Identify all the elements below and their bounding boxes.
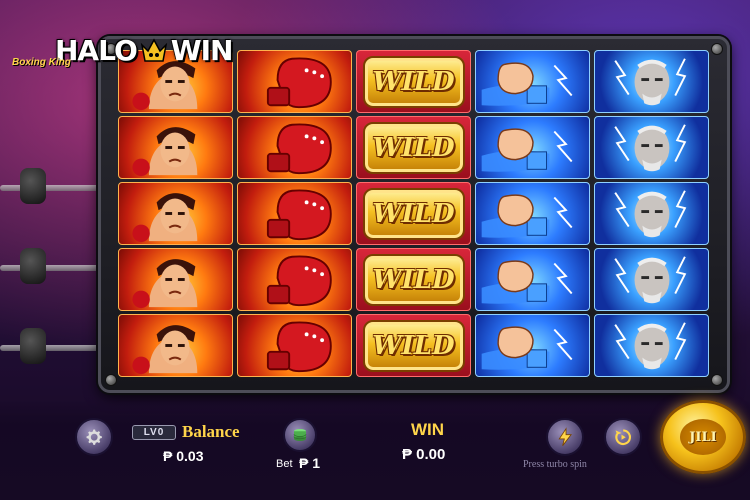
halowin-logo: HALO WIN bbox=[55, 32, 233, 68]
ring-corner-post bbox=[20, 328, 46, 364]
wild-label: WILD bbox=[372, 66, 455, 97]
wild-icon: WILD bbox=[357, 117, 470, 178]
balance-label: Balance bbox=[182, 422, 240, 441]
reel-cell bbox=[594, 248, 709, 311]
red-glove-icon bbox=[238, 315, 351, 376]
reel-cell: WILD bbox=[356, 182, 471, 245]
wild-label: WILD bbox=[372, 330, 455, 361]
reel-cell bbox=[237, 248, 352, 311]
bet-value: ₱ 1 bbox=[299, 455, 321, 471]
wild-icon: WILD bbox=[357, 51, 470, 112]
reel-cell bbox=[475, 248, 590, 311]
reel-cell bbox=[237, 182, 352, 245]
reel-cell bbox=[475, 50, 590, 113]
boxer-blue-icon bbox=[595, 315, 708, 376]
reel-cell: WILD bbox=[356, 50, 471, 113]
spin-label: JILI bbox=[680, 419, 726, 455]
ring-rope bbox=[0, 265, 110, 271]
boxer-blue-icon bbox=[595, 51, 708, 112]
settings-button[interactable] bbox=[75, 418, 113, 456]
boxer-red-icon bbox=[119, 315, 232, 376]
wild-badge: WILD bbox=[362, 187, 465, 240]
red-glove-icon bbox=[238, 51, 351, 112]
autoplay-button[interactable] bbox=[604, 418, 642, 456]
red-glove-icon bbox=[238, 117, 351, 178]
logo-text-right: WIN bbox=[170, 33, 234, 67]
blue-fist-icon bbox=[476, 315, 589, 376]
spin-button[interactable]: JILI bbox=[660, 400, 746, 474]
red-glove-icon bbox=[238, 249, 351, 310]
frame-bolt bbox=[711, 43, 723, 55]
reel-cell bbox=[594, 116, 709, 179]
reel-cell bbox=[237, 314, 352, 377]
lightning-icon bbox=[558, 427, 572, 446]
reel-cell bbox=[118, 116, 233, 179]
reel-cell bbox=[118, 314, 233, 377]
reel-cell bbox=[118, 182, 233, 245]
wild-icon: WILD bbox=[357, 183, 470, 244]
bottom-bar bbox=[0, 400, 750, 500]
game-title-tag: Boxing King bbox=[12, 57, 71, 68]
boxer-red-icon bbox=[119, 117, 232, 178]
reel-cell bbox=[475, 314, 590, 377]
bet-label: Bet bbox=[276, 458, 293, 470]
blue-fist-icon bbox=[476, 117, 589, 178]
reel-cell bbox=[237, 50, 352, 113]
frame-bolt bbox=[711, 374, 723, 386]
boxer-blue-icon bbox=[595, 117, 708, 178]
wild-label: WILD bbox=[372, 132, 455, 163]
wild-badge: WILD bbox=[362, 253, 465, 306]
boxer-blue-icon bbox=[595, 249, 708, 310]
crown-icon bbox=[139, 35, 169, 65]
reel-cell: WILD bbox=[356, 116, 471, 179]
autoplay-icon bbox=[615, 429, 631, 445]
wild-badge: WILD bbox=[362, 55, 465, 108]
bet-button[interactable] bbox=[283, 418, 317, 452]
turbo-button[interactable] bbox=[546, 418, 584, 456]
ring-corner-post bbox=[20, 248, 46, 284]
wild-badge: WILD bbox=[362, 319, 465, 372]
reel-cell bbox=[475, 182, 590, 245]
frame-bolt bbox=[105, 374, 117, 386]
boxer-blue-icon bbox=[595, 183, 708, 244]
turbo-hint: Press turbo spin bbox=[523, 459, 587, 470]
reel-cell bbox=[594, 314, 709, 377]
ring-corner-post bbox=[20, 168, 46, 204]
win-label: WIN bbox=[411, 420, 445, 439]
reel-cell: WILD bbox=[356, 314, 471, 377]
red-glove-icon bbox=[238, 183, 351, 244]
blue-fist-icon bbox=[476, 51, 589, 112]
ring-rope bbox=[0, 345, 110, 351]
blue-fist-icon bbox=[476, 183, 589, 244]
wild-icon: WILD bbox=[357, 315, 470, 376]
wild-badge: WILD bbox=[362, 121, 465, 174]
blue-fist-icon bbox=[476, 249, 589, 310]
coin-stack-icon bbox=[293, 429, 307, 441]
reel-cell bbox=[237, 116, 352, 179]
boxer-red-icon bbox=[119, 249, 232, 310]
level-badge: LV0 bbox=[132, 425, 176, 440]
reel-grid: WILD WILD WILD WILD WILD bbox=[118, 50, 709, 377]
wild-label: WILD bbox=[372, 264, 455, 295]
balance-value: ₱ 0.03 bbox=[163, 448, 204, 464]
reel-cell: WILD bbox=[356, 248, 471, 311]
wild-icon: WILD bbox=[357, 249, 470, 310]
reel-cell bbox=[594, 182, 709, 245]
reel-cell bbox=[475, 116, 590, 179]
gear-icon bbox=[86, 429, 102, 445]
reel-cell bbox=[118, 248, 233, 311]
ring-rope bbox=[0, 185, 110, 191]
win-value: ₱ 0.00 bbox=[402, 446, 446, 463]
wild-label: WILD bbox=[372, 198, 455, 229]
boxer-red-icon bbox=[119, 183, 232, 244]
reel-cell bbox=[594, 50, 709, 113]
